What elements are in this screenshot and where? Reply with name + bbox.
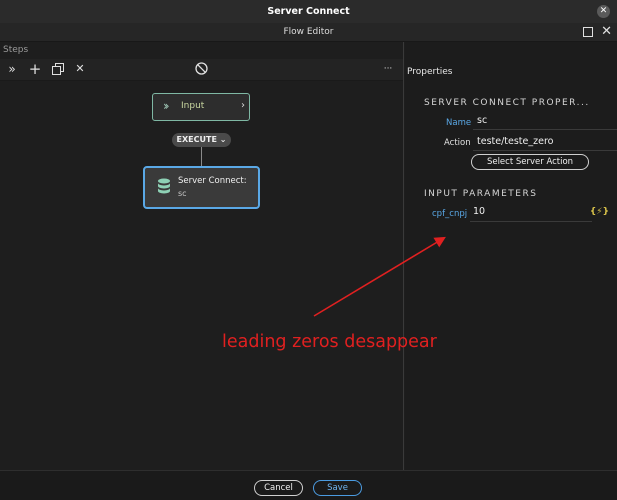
action-field[interactable]: teste/teste_zero	[477, 136, 553, 147]
chevron-down-icon: ⌄	[219, 135, 227, 144]
cancel-button[interactable]: Cancel	[254, 480, 303, 496]
cpf-cnpj-label: cpf_cnpj	[432, 209, 468, 219]
dialog-title: Flow Editor	[283, 27, 334, 37]
data-binding-icon[interactable]: {⚡}	[590, 207, 609, 217]
window-close-button[interactable]: ✕	[597, 5, 610, 18]
execute-label: EXECUTE	[176, 135, 217, 144]
step-connector	[201, 147, 202, 166]
server-connect-step-node[interactable]: Server Connect: sc	[143, 166, 260, 209]
window-titlebar: Server Connect ✕	[0, 0, 617, 23]
database-icon	[158, 178, 170, 194]
action-field-underline	[473, 150, 617, 151]
steps-toolbar: » + ✕ ···	[0, 59, 403, 81]
properties-title: Properties	[407, 67, 453, 77]
chevron-right-icon: ›	[241, 100, 245, 111]
server-connect-title: Server Connect:	[178, 176, 247, 186]
dialog-footer: Cancel Save	[0, 470, 617, 500]
steps-label: Steps	[3, 45, 29, 55]
select-server-action-button[interactable]: Select Server Action	[471, 154, 589, 170]
add-step-icon[interactable]: +	[27, 61, 43, 77]
name-field[interactable]: sc	[477, 115, 487, 126]
properties-panel: Properties SERVER CONNECT PROPER... Name…	[405, 42, 617, 470]
annotation-text: leading zeros desappear	[222, 332, 437, 352]
input-parameters-section-title: INPUT PARAMETERS	[424, 189, 538, 199]
window-title: Server Connect	[267, 6, 350, 17]
steps-panel: Steps » + ✕ ··· ›› Input › EXECUTE ⌄ Ser…	[0, 42, 404, 470]
maximize-icon[interactable]	[583, 27, 593, 37]
execute-dropdown[interactable]: EXECUTE ⌄	[172, 133, 231, 147]
cpf-cnpj-underline	[470, 221, 592, 222]
cpf-cnpj-input[interactable]: 10	[473, 206, 485, 217]
input-step-node[interactable]: ›› Input ›	[152, 93, 250, 121]
server-connect-subtitle: sc	[178, 189, 187, 198]
close-icon: ✕	[599, 6, 608, 16]
double-chevron-right-icon: ››	[163, 99, 169, 113]
name-field-underline	[473, 129, 617, 130]
action-label: Action	[444, 138, 471, 148]
save-button[interactable]: Save	[313, 480, 362, 496]
copy-icon[interactable]	[50, 61, 66, 77]
more-options-icon[interactable]: ···	[380, 61, 396, 77]
input-step-label: Input	[181, 101, 205, 111]
disable-icon[interactable]	[193, 61, 209, 77]
server-connect-section-title: SERVER CONNECT PROPER...	[424, 98, 590, 108]
dialog-header: Flow Editor ✕	[0, 23, 617, 42]
expand-icon[interactable]: »	[4, 61, 20, 77]
name-label: Name	[446, 118, 472, 128]
delete-step-icon[interactable]: ✕	[72, 61, 88, 77]
dialog-close-icon[interactable]: ✕	[601, 24, 612, 40]
